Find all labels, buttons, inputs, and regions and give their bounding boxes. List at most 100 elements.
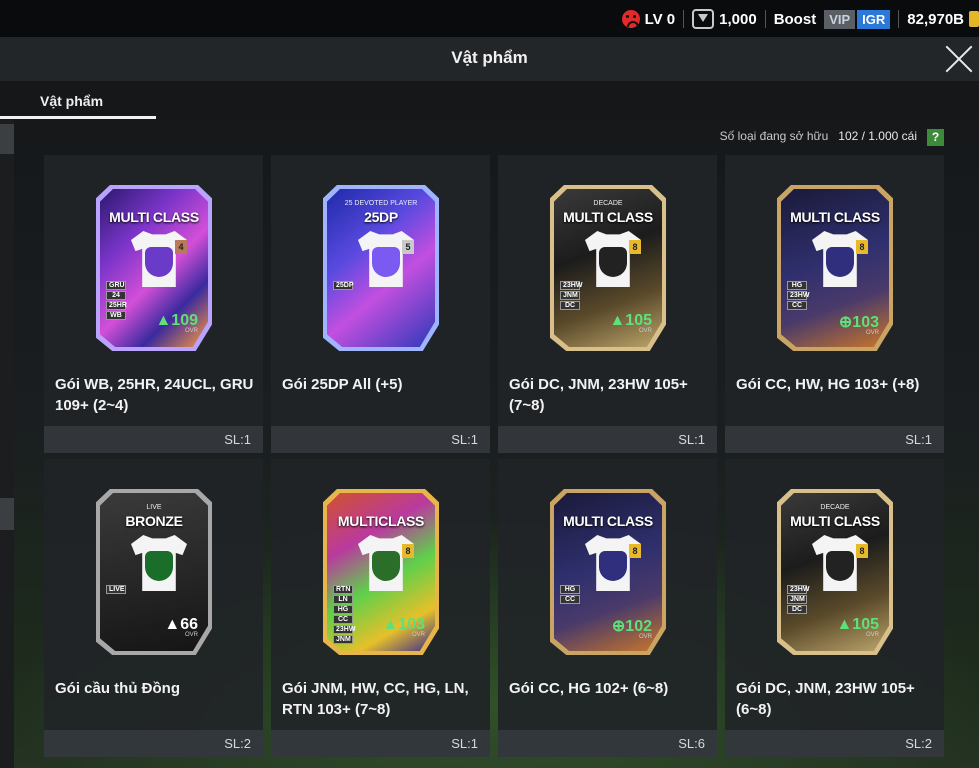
item-name: Gói cầu thủ Đồng — [55, 680, 180, 697]
item-grid: MULTI CLASS 4 GRU 24 25HR WB ▲109 OVR Gói WB… — [44, 155, 944, 757]
item-name: Gói 25DP All (+5) — [282, 376, 403, 393]
owned-label: Số loại đang sở hữu — [719, 129, 829, 143]
item-quantity: SL:1 — [905, 432, 932, 447]
scroll-handle[interactable] — [0, 124, 14, 154]
item-quantity: SL:6 — [678, 736, 705, 751]
card-ovr: ▲66 OVR — [164, 616, 198, 638]
card-face: MULTI CLASS 4 GRU 24 25HR WB ▲109 OVR — [100, 189, 208, 347]
item-card[interactable]: MULTI CLASS 4 GRU 24 25HR WB ▲109 OVR Gói WB… — [44, 155, 263, 453]
card-tags: HG CC — [560, 585, 580, 604]
item-card[interactable]: 25 DEVOTED PLAYER 25DP 5 25DP Gói 25DP A… — [271, 155, 490, 453]
status-group: LV 0 1,000 Boost VIP IGR 82,970B — [621, 6, 979, 32]
card-tag: 25HR — [106, 301, 127, 310]
item-name: Gói JNM, HW, CC, HG, LN, RTN 103+ (7~8) — [282, 680, 469, 718]
badge-icon — [692, 9, 715, 29]
card-tag: CC — [333, 615, 353, 624]
card-ovr: ▲105 OVR — [836, 616, 879, 638]
card-tag: LIVE — [106, 585, 126, 594]
card-title: MULTI CLASS — [109, 209, 199, 225]
item-name: Gói CC, HW, HG 103+ (+8) — [736, 376, 920, 393]
item-card[interactable]: MULTICLASS 8 RTN LN HG CC 23HW JNM ▲103 OVR Gó… — [271, 459, 490, 757]
card-tag: CC — [560, 595, 580, 604]
card-face: DECADE MULTI CLASS 8 23HW JNM DC ▲105 OVR — [781, 493, 889, 651]
card-subtitle: DECADE — [820, 504, 850, 511]
left-scroll-strip — [0, 120, 14, 768]
card-tag: WB — [106, 311, 126, 320]
divider — [764, 10, 766, 28]
card-tags: 23HW JNM DC — [560, 281, 582, 310]
card-face: MULTICLASS 8 RTN LN HG CC 23HW JNM ▲103 OVR — [327, 493, 435, 651]
card-title: 25DP — [364, 209, 398, 225]
item-card[interactable]: DECADE MULTI CLASS 8 23HW JNM DC ▲105 OVR G… — [725, 459, 944, 757]
item-card[interactable]: MULTI CLASS 8 HG CC ⊕102 OVR Gói CC, HG 10… — [498, 459, 717, 757]
item-quantity: SL:2 — [905, 736, 932, 751]
card-number: 8 — [629, 240, 641, 254]
help-button[interactable]: ? — [927, 129, 944, 146]
pack-card-image: MULTICLASS 8 RTN LN HG CC 23HW JNM ▲103 OVR — [323, 489, 439, 655]
club-emblem-icon — [826, 551, 854, 581]
card-tags: 25DP — [333, 281, 354, 290]
card-face: MULTI CLASS 8 HG 23HW CC ⊕103 OVR — [781, 189, 889, 347]
card-tag: JNM — [787, 595, 807, 604]
club-emblem-icon — [372, 247, 400, 277]
owned-count: Số loại đang sở hữu 102 / 1.000 cái — [720, 129, 917, 143]
card-tag: JNM — [333, 635, 353, 644]
card-tags: RTN LN HG CC 23HW JNM — [333, 585, 355, 644]
ovr-value: ▲66 — [164, 616, 198, 633]
item-footer: SL:2 — [44, 730, 263, 757]
item-name: Gói CC, HG 102+ (6~8) — [509, 680, 669, 697]
card-tag: 23HW — [333, 625, 355, 634]
pack-card-image: DECADE MULTI CLASS 8 23HW JNM DC ▲105 OVR — [777, 489, 893, 655]
status-bar: LV 0 1,000 Boost VIP IGR 82,970B — [0, 0, 979, 37]
scroll-handle[interactable] — [0, 498, 14, 530]
club-emblem-icon — [145, 247, 173, 277]
item-footer: SL:6 — [498, 730, 717, 757]
item-card[interactable]: LIVE BRONZE LIVE ▲66 OVR Gói cầu thủ Đồng… — [44, 459, 263, 757]
item-quantity: SL:1 — [451, 736, 478, 751]
card-number: 8 — [402, 544, 414, 558]
level-label: LV 0 — [644, 10, 676, 28]
balance-stat[interactable]: 82,970B — [907, 11, 979, 28]
pack-card-image: MULTI CLASS 8 HG CC ⊕102 OVR — [550, 489, 666, 655]
pack-card-image: MULTI CLASS 4 GRU 24 25HR WB ▲109 OVR — [96, 185, 212, 351]
card-tag: CC — [787, 301, 807, 310]
card-ovr: ▲109 OVR — [155, 312, 198, 334]
item-quantity: SL:1 — [224, 432, 251, 447]
level-stat[interactable]: LV 0 — [621, 10, 676, 28]
card-tags: HG 23HW CC — [787, 281, 809, 310]
balance-value: 82,970B — [907, 10, 964, 28]
card-face: DECADE MULTI CLASS 8 23HW JNM DC ▲105 OVR — [554, 189, 662, 347]
card-subtitle: DECADE — [593, 200, 623, 207]
item-footer: SL:1 — [44, 426, 263, 453]
card-number: 8 — [629, 544, 641, 558]
card-tag: LN — [333, 595, 353, 604]
card-tag: RTN — [333, 585, 353, 594]
points-stat[interactable]: 1,000 — [692, 9, 757, 29]
card-tag: 23HW — [787, 585, 809, 594]
title-bar: Vật phẩm — [0, 37, 979, 81]
card-tag: 24 — [106, 291, 126, 300]
card-tag: 25DP — [333, 281, 354, 290]
item-card[interactable]: DECADE MULTI CLASS 8 23HW JNM DC ▲105 OVR G… — [498, 155, 717, 453]
ovr-value: ⊕103 — [838, 314, 879, 331]
item-name: Gói DC, JNM, 23HW 105+ (6~8) — [736, 680, 915, 718]
divider — [683, 10, 685, 28]
card-title: MULTICLASS — [337, 513, 425, 529]
club-emblem-icon — [145, 551, 173, 581]
card-tag: DC — [560, 301, 580, 310]
ovr-value: ▲103 — [382, 616, 425, 633]
club-emblem-icon — [599, 551, 627, 581]
card-title: MULTI CLASS — [563, 209, 653, 225]
tab-bar: Vật phẩm — [0, 81, 979, 119]
item-footer: SL:1 — [725, 426, 944, 453]
coin-icon — [969, 11, 979, 27]
tab-items[interactable]: Vật phẩm — [0, 81, 156, 119]
boost-label[interactable]: Boost — [774, 11, 817, 28]
card-tags: GRU 24 25HR WB — [106, 281, 127, 320]
card-tag: GRU — [106, 281, 126, 290]
ovr-value: ⊕102 — [611, 618, 652, 635]
close-button[interactable] — [943, 43, 975, 75]
card-ovr: ⊕103 OVR — [839, 312, 879, 336]
item-quantity: SL:1 — [451, 432, 478, 447]
item-card[interactable]: MULTI CLASS 8 HG 23HW CC ⊕103 OVR Gói CC, H… — [725, 155, 944, 453]
